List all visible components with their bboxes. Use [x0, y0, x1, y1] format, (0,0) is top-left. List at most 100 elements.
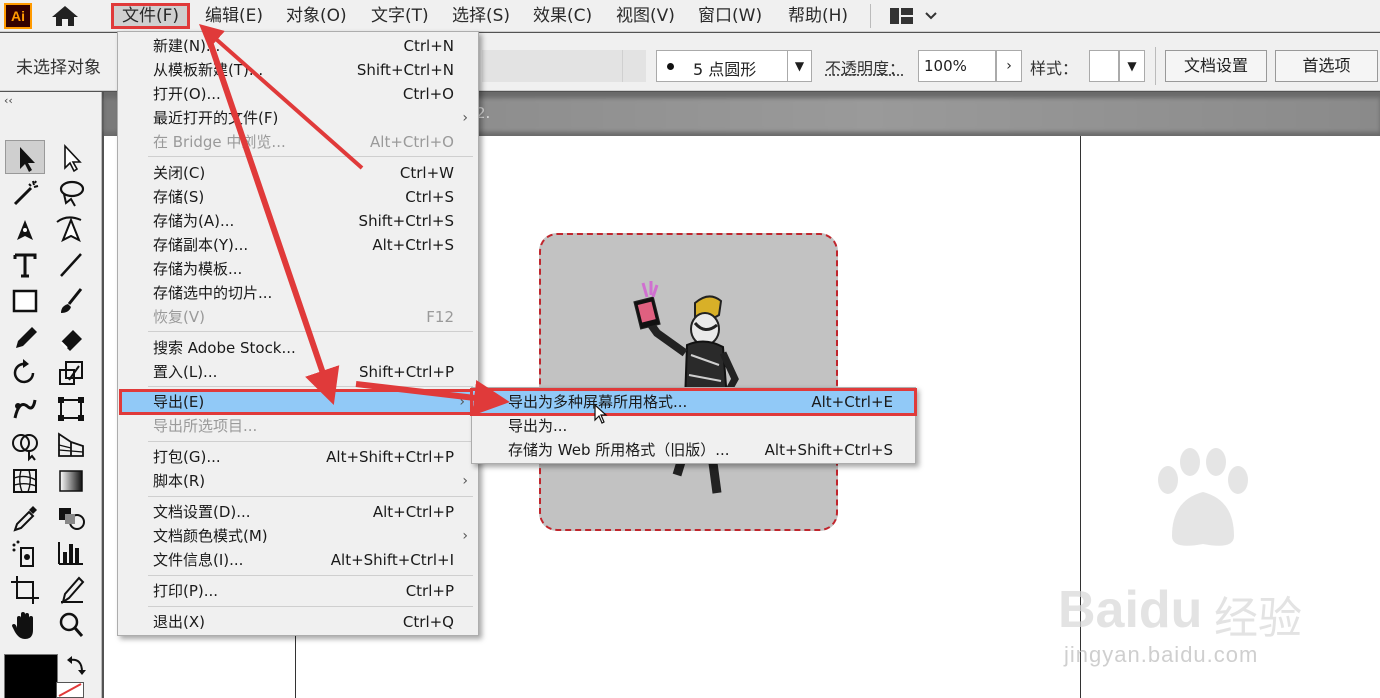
stroke-color-swatch[interactable] [56, 682, 84, 698]
menu-item-open[interactable]: 打开(O)... Ctrl+O [118, 82, 478, 106]
menu-item-shortcut: Alt+Shift+Ctrl+P [326, 448, 454, 466]
menu-object[interactable]: 对象(O) [278, 3, 355, 29]
menu-item-file-info[interactable]: 文件信息(I)... Alt+Shift+Ctrl+I [118, 548, 478, 572]
column-graph-tool-icon[interactable] [51, 536, 91, 570]
menu-edit[interactable]: 编辑(E) [197, 3, 271, 29]
warp-tool-icon[interactable] [5, 392, 45, 426]
menu-item-shortcut: Alt+Ctrl+S [372, 236, 454, 254]
magic-wand-tool-icon[interactable] [5, 176, 45, 210]
selected-artwork[interactable] [539, 233, 838, 531]
submenu-item-export-as[interactable]: 导出为... [472, 414, 915, 438]
brush-definition-select[interactable]: 5 点圆形 ▼ [656, 50, 812, 82]
line-segment-tool-icon[interactable] [51, 248, 91, 282]
selection-tool-icon[interactable] [5, 140, 45, 174]
control-divider [1155, 47, 1156, 85]
tools-panel: ‹‹ [0, 92, 102, 698]
document-setup-button[interactable]: 文档设置 [1165, 50, 1267, 82]
style-label: 样式： [1030, 59, 1079, 78]
chevron-down-icon[interactable]: ▼ [787, 51, 811, 81]
workspace-layout-icon[interactable] [888, 5, 938, 27]
menu-type[interactable]: 文字(T) [363, 3, 437, 29]
stroke-field[interactable] [482, 50, 622, 82]
menu-item-new[interactable]: 新建(N)... Ctrl+N [118, 34, 478, 58]
menu-item-place[interactable]: 置入(L)... Shift+Ctrl+P [118, 360, 478, 384]
slice-tool-icon[interactable] [51, 572, 91, 606]
opacity-input[interactable]: 100% [918, 50, 996, 82]
chevron-right-icon[interactable]: › [996, 50, 1022, 82]
rotate-tool-icon[interactable] [5, 356, 45, 390]
menu-item-open-recent[interactable]: 最近打开的文件(F) › [118, 106, 478, 130]
menu-file[interactable]: 文件(F) [111, 3, 191, 29]
pen-tool-icon[interactable] [5, 212, 45, 246]
rectangle-tool-icon[interactable] [5, 284, 45, 318]
pencil-tool-icon[interactable] [5, 320, 45, 354]
scale-tool-icon[interactable] [51, 356, 91, 390]
menu-item-shortcut: Shift+Ctrl+N [356, 61, 454, 79]
menu-item-label: 文档设置(D)... [153, 503, 251, 521]
chevron-down-icon[interactable]: ▼ [1119, 50, 1145, 82]
stroke-dropdown[interactable] [622, 50, 646, 82]
chevron-right-icon: › [459, 394, 465, 410]
artboard-tool-icon[interactable] [5, 572, 45, 606]
free-transform-tool-icon[interactable] [51, 392, 91, 426]
eyedropper-tool-icon[interactable] [5, 500, 45, 534]
menu-item-save-slices[interactable]: 存储选中的切片... [118, 281, 478, 305]
submenu-item-export-for-screens[interactable]: 导出为多种屏幕所用格式... Alt+Ctrl+E [470, 388, 917, 416]
shape-builder-tool-icon[interactable] [5, 428, 45, 462]
menu-item-new-from-template[interactable]: 从模板新建(T)... Shift+Ctrl+N [118, 58, 478, 82]
menu-item-close[interactable]: 关闭(C) Ctrl+W [118, 161, 478, 185]
preferences-button[interactable]: 首选项 [1275, 50, 1378, 82]
eraser-tool-icon[interactable] [51, 320, 91, 354]
menu-item-document-color-mode[interactable]: 文档颜色模式(M) › [118, 524, 478, 548]
gradient-tool-icon[interactable] [51, 464, 91, 498]
opacity-label[interactable]: 不透明度： [825, 55, 905, 79]
menu-item-browse-bridge[interactable]: 在 Bridge 中浏览... Alt+Ctrl+O [118, 130, 478, 154]
menu-separator [148, 386, 473, 387]
menu-item-exit[interactable]: 退出(X) Ctrl+Q [118, 610, 478, 634]
curvature-tool-icon[interactable] [51, 212, 91, 246]
watermark-brand-cn: 经验 [1214, 593, 1302, 644]
menu-item-label: 打印(P)... [153, 582, 219, 600]
menu-item-export[interactable]: 导出(E) › [119, 389, 476, 415]
menu-separator [148, 331, 473, 332]
menu-item-save-as-template[interactable]: 存储为模板... [118, 257, 478, 281]
symbol-sprayer-tool-icon[interactable] [5, 536, 45, 570]
menu-item-label: 打开(O)... [153, 85, 221, 103]
menu-help[interactable]: 帮助(H) [780, 3, 856, 29]
menu-item-document-setup[interactable]: 文档设置(D)... Alt+Ctrl+P [118, 500, 478, 524]
submenu-item-save-for-web[interactable]: 存储为 Web 所用格式（旧版）... Alt+Shift+Ctrl+S [472, 438, 915, 462]
direct-selection-tool-icon[interactable] [51, 140, 91, 174]
menu-item-search-stock[interactable]: 搜索 Adobe Stock... [118, 336, 478, 360]
menu-item-revert[interactable]: 恢复(V) F12 [118, 305, 478, 329]
menu-item-label: 存储(S) [153, 188, 205, 206]
menu-item-print[interactable]: 打印(P)... Ctrl+P [118, 579, 478, 603]
mesh-tool-icon[interactable] [5, 464, 45, 498]
menu-item-save[interactable]: 存储(S) Ctrl+S [118, 185, 478, 209]
menu-view[interactable]: 视图(V) [608, 3, 683, 29]
brush-label: 5 点圆形 [693, 60, 757, 79]
fill-color-swatch[interactable] [4, 654, 58, 698]
menu-window[interactable]: 窗口(W) [690, 3, 770, 29]
style-swatch[interactable] [1089, 50, 1119, 82]
menu-item-save-copy[interactable]: 存储副本(Y)... Alt+Ctrl+S [118, 233, 478, 257]
menu-select[interactable]: 选择(S) [444, 3, 518, 29]
paintbrush-tool-icon[interactable] [51, 284, 91, 318]
collapse-panel-icon[interactable]: ‹‹ [4, 94, 13, 107]
menu-item-shortcut: Ctrl+S [405, 188, 454, 206]
menu-item-label: 存储为(A)... [153, 212, 235, 230]
home-icon[interactable] [50, 5, 80, 27]
hand-tool-icon[interactable] [5, 608, 45, 642]
blend-tool-icon[interactable] [51, 500, 91, 534]
menu-item-save-as[interactable]: 存储为(A)... Shift+Ctrl+S [118, 209, 478, 233]
swap-colors-icon[interactable] [64, 652, 90, 678]
menu-item-scripts[interactable]: 脚本(R) › [118, 469, 478, 493]
zoom-tool-icon[interactable] [51, 608, 91, 642]
menu-effect[interactable]: 效果(C) [525, 3, 600, 29]
perspective-grid-tool-icon[interactable] [51, 428, 91, 462]
type-tool-icon[interactable] [5, 248, 45, 282]
menu-item-export-selection[interactable]: 导出所选项目... [118, 414, 478, 438]
lasso-tool-icon[interactable] [51, 176, 91, 210]
menu-item-shortcut: Ctrl+Q [402, 613, 454, 631]
menu-item-shortcut: Alt+Ctrl+O [370, 133, 454, 151]
menu-item-package[interactable]: 打包(G)... Alt+Shift+Ctrl+P [118, 445, 478, 469]
